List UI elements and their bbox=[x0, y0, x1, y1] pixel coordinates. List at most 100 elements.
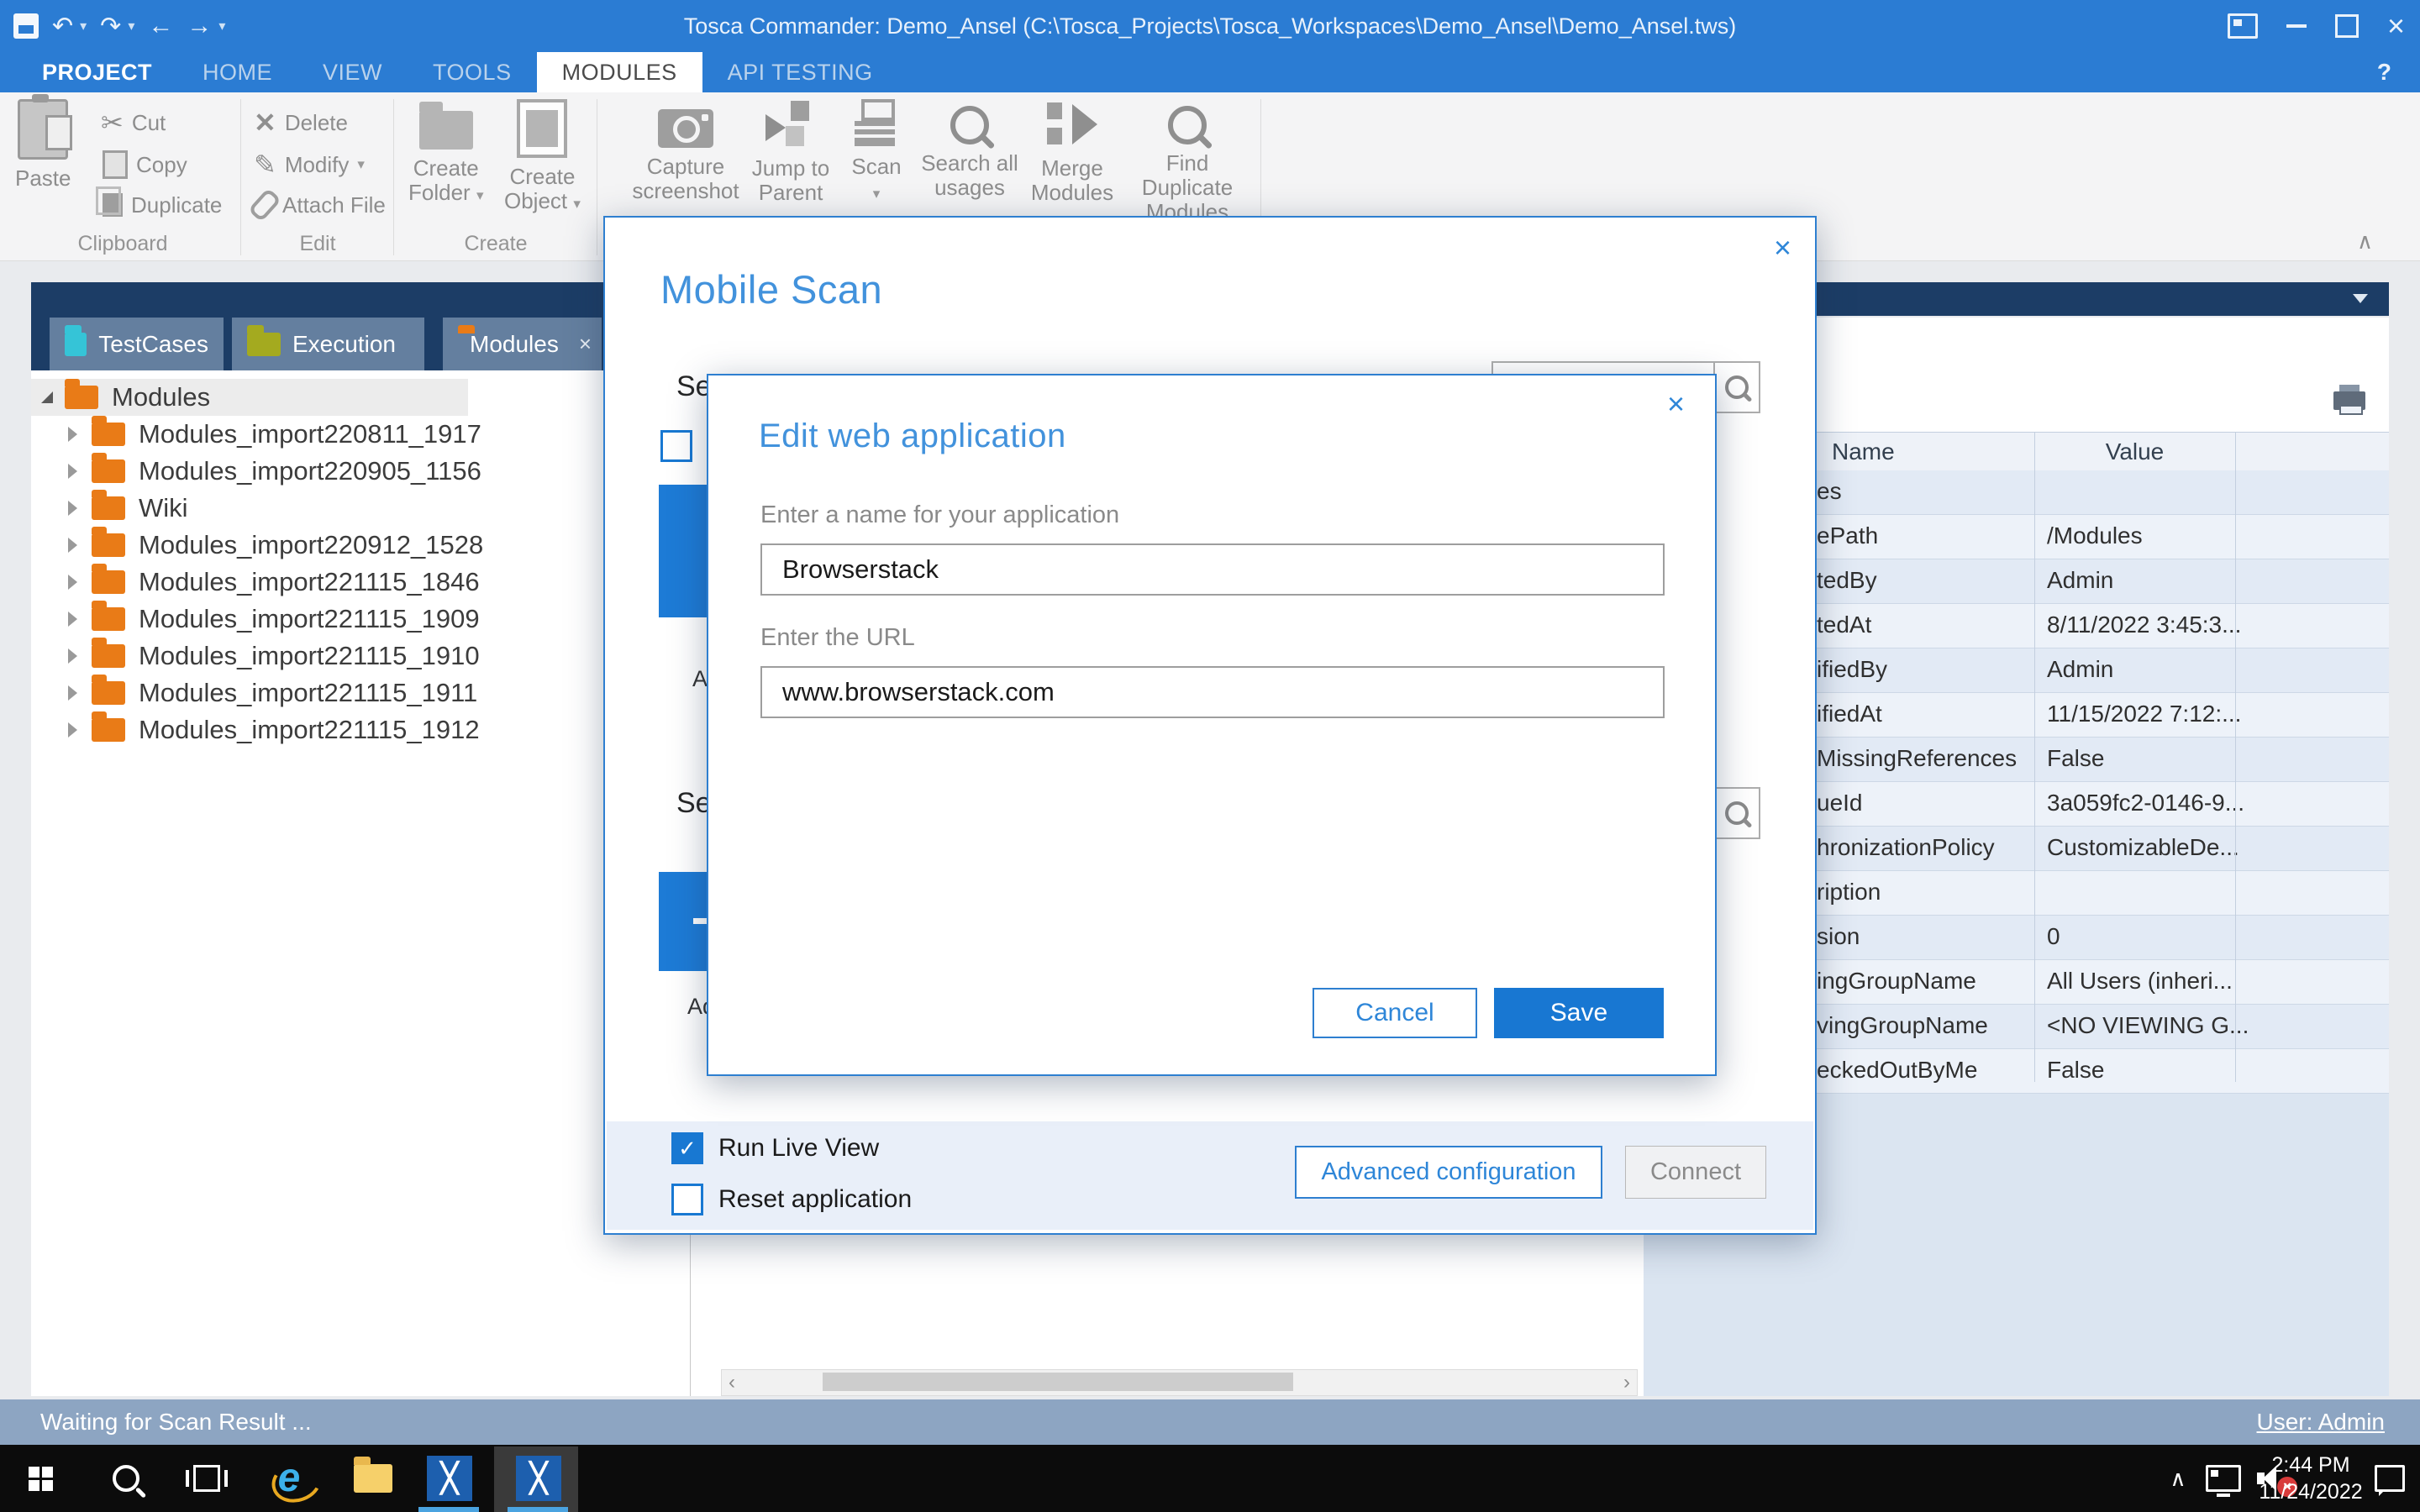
tosca-app-button-active[interactable]: ╳ bbox=[511, 1445, 566, 1512]
task-view-button[interactable] bbox=[183, 1445, 230, 1512]
tray-expand-button[interactable]: ∧ bbox=[2160, 1445, 2196, 1512]
search-button[interactable] bbox=[1713, 363, 1759, 412]
workspace-icon[interactable] bbox=[2228, 13, 2258, 39]
horizontal-scrollbar[interactable]: ‹ › bbox=[721, 1369, 1638, 1396]
file-explorer-button[interactable] bbox=[348, 1445, 398, 1512]
tab-tools[interactable]: TOOLS bbox=[408, 52, 537, 92]
cut-button[interactable]: ✂ Cut bbox=[101, 106, 166, 139]
tosca-icon: ╳ bbox=[427, 1456, 472, 1501]
user-link[interactable]: User: Admin bbox=[2257, 1409, 2386, 1436]
running-app-indicator bbox=[418, 1507, 479, 1512]
expand-closed-icon[interactable] bbox=[68, 685, 77, 701]
scan-icon bbox=[855, 99, 898, 148]
tab-project[interactable]: PROJECT bbox=[17, 52, 177, 92]
paste-button[interactable]: Paste bbox=[15, 99, 71, 191]
tree-item[interactable]: Modules_import220811_1917 bbox=[31, 416, 690, 453]
expand-closed-icon[interactable] bbox=[68, 722, 77, 738]
url-input[interactable]: www.browserstack.com bbox=[760, 666, 1665, 718]
cancel-button[interactable]: Cancel bbox=[1313, 988, 1477, 1038]
taskbar-clock[interactable]: 2:44 PM 11/24/2022 bbox=[2260, 1445, 2361, 1512]
tree-item[interactable]: Modules_import221115_1912 bbox=[31, 711, 690, 748]
forward-icon[interactable]: → bbox=[187, 12, 212, 40]
scroll-left-icon[interactable]: ‹ bbox=[722, 1371, 742, 1394]
scroll-right-icon[interactable]: › bbox=[1617, 1371, 1637, 1394]
delete-button[interactable]: ✕ Delete bbox=[254, 106, 348, 139]
panel-tab-testcases[interactable]: TestCases bbox=[50, 318, 224, 370]
scrollbar-thumb[interactable] bbox=[823, 1373, 1293, 1391]
app-name-input[interactable]: Browserstack bbox=[760, 543, 1665, 596]
merge-modules-button[interactable]: MergeModules bbox=[1028, 99, 1116, 205]
panel-tab-modules[interactable]: Modules × bbox=[443, 318, 602, 370]
undo-icon[interactable]: ↶ bbox=[52, 12, 73, 41]
find-duplicate-icon bbox=[1168, 106, 1207, 144]
attach-file-button[interactable]: Attach File bbox=[255, 188, 386, 222]
tree-root-modules[interactable]: Modules bbox=[31, 379, 468, 416]
copy-button[interactable]: Copy bbox=[103, 148, 187, 181]
start-button[interactable] bbox=[18, 1445, 62, 1512]
modify-button[interactable]: ✎ Modify ▾ bbox=[254, 148, 365, 181]
expand-closed-icon[interactable] bbox=[68, 648, 77, 664]
tab-api-testing[interactable]: API TESTING bbox=[702, 52, 898, 92]
expand-closed-icon[interactable] bbox=[68, 427, 77, 442]
tree-item[interactable]: Wiki bbox=[31, 490, 690, 527]
tab-home[interactable]: HOME bbox=[177, 52, 297, 92]
mobile-scan-close-icon[interactable]: × bbox=[1774, 233, 1791, 263]
print-icon[interactable] bbox=[2333, 391, 2365, 410]
web-app-checkbox[interactable] bbox=[660, 430, 692, 462]
redo-icon[interactable]: ↷ bbox=[100, 12, 121, 41]
undo-dropdown-icon[interactable]: ▾ bbox=[80, 18, 87, 34]
modify-dropdown-icon: ▾ bbox=[357, 156, 365, 173]
column-header-name[interactable]: Name bbox=[1832, 438, 1895, 465]
tab-view[interactable]: VIEW bbox=[297, 52, 408, 92]
property-value: 11/15/2022 7:12:... bbox=[2047, 701, 2241, 727]
search-all-usages-button[interactable]: Search allusages bbox=[916, 99, 1023, 200]
capture-screenshot-button[interactable]: Capturescreenshot bbox=[629, 99, 743, 203]
connect-button[interactable]: Connect bbox=[1625, 1146, 1766, 1199]
tab-close-icon[interactable]: × bbox=[579, 331, 592, 357]
expand-closed-icon[interactable] bbox=[68, 538, 77, 553]
panel-tab-execution[interactable]: Execution bbox=[232, 318, 424, 370]
jump-to-parent-button[interactable]: Jump toParent bbox=[746, 99, 835, 205]
tab-modules[interactable]: MODULES bbox=[537, 52, 702, 92]
duplicate-button[interactable]: Duplicate bbox=[103, 188, 222, 222]
expand-closed-icon[interactable] bbox=[68, 464, 77, 479]
internet-explorer-button[interactable]: e bbox=[262, 1445, 316, 1512]
edit-dialog-close-icon[interactable]: × bbox=[1667, 389, 1685, 419]
column-header-value[interactable]: Value bbox=[2034, 438, 2235, 465]
expand-closed-icon[interactable] bbox=[68, 612, 77, 627]
tree-item[interactable]: Modules_import220905_1156 bbox=[31, 453, 690, 490]
tosca-app-button[interactable]: ╳ bbox=[422, 1445, 477, 1512]
create-folder-button[interactable]: Create Folder ▾ bbox=[408, 99, 483, 207]
action-center-button[interactable] bbox=[2368, 1445, 2412, 1512]
network-tray-icon[interactable] bbox=[2200, 1445, 2247, 1512]
tree-item[interactable]: Modules_import221115_1846 bbox=[31, 564, 690, 601]
back-icon[interactable]: ← bbox=[148, 12, 173, 40]
search-button[interactable] bbox=[1713, 789, 1759, 837]
collapse-ribbon-icon[interactable]: ∧ bbox=[2357, 228, 2373, 255]
taskbar-search-button[interactable] bbox=[103, 1445, 150, 1512]
find-duplicate-modules-button[interactable]: Find DuplicateModules bbox=[1121, 99, 1254, 224]
save-icon[interactable] bbox=[13, 13, 39, 39]
reset-application-checkbox[interactable] bbox=[671, 1184, 703, 1215]
create-object-button[interactable]: Create Object ▾ bbox=[504, 99, 581, 216]
run-live-view-checkbox[interactable]: ✓ bbox=[671, 1132, 703, 1164]
save-button[interactable]: Save bbox=[1494, 988, 1664, 1038]
expand-closed-icon[interactable] bbox=[68, 501, 77, 516]
scan-button[interactable]: Scan▾ bbox=[840, 99, 913, 206]
expand-closed-icon[interactable] bbox=[68, 575, 77, 590]
tree-item[interactable]: Modules_import221115_1910 bbox=[31, 638, 690, 675]
advanced-configuration-button[interactable]: Advanced configuration bbox=[1295, 1146, 1602, 1199]
tree-item[interactable]: Modules_import221115_1911 bbox=[31, 675, 690, 711]
jump-to-parent-icon bbox=[765, 99, 816, 150]
tree-item[interactable]: Modules_import221115_1909 bbox=[31, 601, 690, 638]
search-icon bbox=[1725, 375, 1749, 399]
forward-dropdown-icon[interactable]: ▾ bbox=[218, 18, 225, 34]
tab-list-dropdown-icon[interactable] bbox=[2353, 294, 2368, 303]
redo-dropdown-icon[interactable]: ▾ bbox=[128, 18, 134, 34]
help-icon[interactable]: ? bbox=[2377, 59, 2391, 86]
minimize-button[interactable] bbox=[2286, 24, 2307, 28]
expand-open-icon[interactable] bbox=[41, 391, 53, 403]
tree-item[interactable]: Modules_import220912_1528 bbox=[31, 527, 690, 564]
close-button[interactable]: × bbox=[2387, 8, 2405, 44]
maximize-button[interactable] bbox=[2335, 14, 2359, 38]
